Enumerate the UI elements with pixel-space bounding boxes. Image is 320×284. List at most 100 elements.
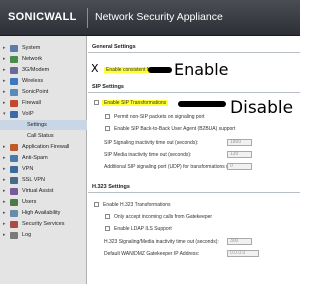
only-accept-gatekeeper-checkbox[interactable] <box>105 214 110 219</box>
vpn-icon <box>10 165 18 173</box>
enable-h323-transformations-checkbox[interactable] <box>94 202 99 207</box>
high-availability-icon <box>10 209 18 217</box>
sidebar-item-vpn[interactable]: ▸ VPN <box>0 164 87 174</box>
section-divider <box>88 92 300 93</box>
sidebar-item-label: Security Services <box>22 221 65 227</box>
only-accept-gatekeeper-label: Only accept incoming calls from Gatekeep… <box>114 214 213 220</box>
permit-non-sip-label: Permit non-SIP packets on signaling port <box>114 114 205 120</box>
app-header: SONICWALL Network Security Appliance <box>0 0 300 36</box>
general-settings-title: General Settings <box>92 44 136 50</box>
expand-arrow-icon[interactable]: ▸ <box>3 188 6 194</box>
expand-arrow-icon[interactable]: ▸ <box>3 45 6 51</box>
virtual-assist-icon <box>10 187 18 195</box>
expand-arrow-icon[interactable]: ▸ <box>3 144 6 150</box>
enable-annotation: Enable <box>174 60 229 79</box>
sidebar-item-voip[interactable]: ▾ VoIP <box>0 109 87 119</box>
sidebar-item-label: Settings <box>27 122 47 128</box>
sip-settings-title: SIP Settings <box>92 84 124 90</box>
modem-icon <box>10 66 18 74</box>
app-title: Network Security Appliance <box>95 11 223 23</box>
sidebar-item-network[interactable]: ▸ Network <box>0 54 87 64</box>
expand-arrow-icon[interactable]: ▸ <box>3 67 6 73</box>
expand-arrow-icon[interactable]: ▸ <box>3 100 6 106</box>
sidebar-item-users[interactable]: ▸ Users <box>0 197 87 207</box>
sidebar-item-label: VoIP <box>22 111 34 117</box>
h323-timeout-label: H.323 Signaling/Media inactivity time ou… <box>104 239 219 245</box>
gatekeeper-ip-label: Default WAN/DMZ Gatekeeper IP Address: <box>104 251 200 257</box>
sidebar-item-settings[interactable]: Settings <box>0 120 87 130</box>
sip-media-timeout-label: SIP Media inactivity time out (seconds): <box>104 152 192 158</box>
collapse-arrow-icon[interactable]: ▾ <box>3 111 6 117</box>
sidebar-item-system[interactable]: ▸ System <box>0 43 87 53</box>
sidebar-item-label: Call Status <box>27 133 54 139</box>
enable-b2bua-label: Enable SIP Back-to-Back User Agent (B2BU… <box>114 126 236 132</box>
enable-ldap-label: Enable LDAP ILS Support <box>114 226 172 232</box>
expand-arrow-icon[interactable]: ▸ <box>3 232 6 238</box>
sidebar-item-firewall[interactable]: ▸ Firewall <box>0 98 87 108</box>
users-icon <box>10 198 18 206</box>
sidebar-item-security-services[interactable]: ▸ Security Services <box>0 219 87 229</box>
h323-timeout-input[interactable]: 300 <box>227 238 252 245</box>
sidebar-item-log[interactable]: ▸ Log <box>0 230 87 240</box>
sidebar-nav: ▸ System ▸ Network ▸ 3G/Modem ▸ Wireless… <box>0 36 87 284</box>
voip-icon <box>10 110 18 118</box>
sidebar-item-sonicpoint[interactable]: ▸ SonicPoint <box>0 87 87 97</box>
redaction-mark <box>178 101 226 107</box>
enable-sip-transformations-checkbox[interactable] <box>94 100 99 105</box>
expand-arrow-icon[interactable]: ▸ <box>3 221 6 227</box>
sidebar-item-high-availability[interactable]: ▸ High Availability <box>0 208 87 218</box>
sonicpoint-icon <box>10 88 18 96</box>
expand-arrow-icon[interactable]: ▸ <box>3 89 6 95</box>
sip-signaling-timeout-label: SIP Signaling inactivity time out (secon… <box>104 140 199 146</box>
expand-arrow-icon[interactable]: ▸ <box>3 166 6 172</box>
x-mark-annotation: X <box>91 62 99 75</box>
wireless-icon <box>10 77 18 85</box>
sidebar-item-label: VPN <box>22 166 34 172</box>
sip-media-timeout-input[interactable]: 120 <box>227 151 252 158</box>
enable-ldap-checkbox[interactable] <box>105 226 110 231</box>
sidebar-item-ssl-vpn[interactable]: ▸ SSL VPN <box>0 175 87 185</box>
gatekeeper-ip-input[interactable]: 0.0.0.0 <box>227 250 259 257</box>
enable-h323-transformations-label: Enable H.323 Transformations <box>103 202 171 208</box>
sidebar-item-label: Network <box>22 56 43 62</box>
system-icon <box>10 44 18 52</box>
sidebar-item-label: High Availability <box>22 210 61 216</box>
expand-arrow-icon[interactable]: ▸ <box>3 177 6 183</box>
sidebar-item-label: Anti-Spam <box>22 155 48 161</box>
expand-arrow-icon[interactable]: ▸ <box>3 78 6 84</box>
enable-sip-transformations-label: Enable SIP Transformations <box>102 100 169 106</box>
sidebar-item-application-firewall[interactable]: ▸ Application Firewall <box>0 142 87 152</box>
redaction-mark <box>148 67 172 73</box>
sidebar-item-3g-modem[interactable]: ▸ 3G/Modem <box>0 65 87 75</box>
permit-non-sip-checkbox[interactable] <box>105 114 110 119</box>
sidebar-item-anti-spam[interactable]: ▸ Anti-Spam <box>0 153 87 163</box>
network-icon <box>10 55 18 63</box>
expand-arrow-icon[interactable]: ▸ <box>3 155 6 161</box>
brand-logo: SONICWALL <box>8 11 77 23</box>
sidebar-item-label: Users <box>22 199 37 205</box>
h323-settings-title: H.323 Settings <box>92 184 130 190</box>
sidebar-item-call-status[interactable]: Call Status <box>0 131 87 141</box>
sip-udp-port-input[interactable]: 0 <box>227 163 252 170</box>
expand-arrow-icon[interactable]: ▸ <box>3 56 6 62</box>
ssl-vpn-icon <box>10 176 18 184</box>
sidebar-item-label: Application Firewall <box>22 144 70 150</box>
sidebar-item-label: Virtual Assist <box>22 188 54 194</box>
sidebar-item-label: 3G/Modem <box>22 67 50 73</box>
sidebar-item-label: Log <box>22 232 32 238</box>
sidebar-item-wireless[interactable]: ▸ Wireless <box>0 76 87 86</box>
disable-annotation: Disable <box>230 98 294 118</box>
section-divider <box>88 52 300 53</box>
sip-signaling-timeout-input[interactable]: 1800 <box>227 139 252 146</box>
sidebar-item-label: System <box>22 45 41 51</box>
expand-arrow-icon[interactable]: ▸ <box>3 210 6 216</box>
expand-arrow-icon[interactable]: ▸ <box>3 199 6 205</box>
sidebar-item-label: Firewall <box>22 100 41 106</box>
settings-panel: General Settings X Enable consistent NAT… <box>88 36 300 284</box>
sidebar-item-virtual-assist[interactable]: ▸ Virtual Assist <box>0 186 87 196</box>
enable-b2bua-checkbox[interactable] <box>105 126 110 131</box>
brand-divider <box>87 8 88 28</box>
sidebar-item-label: SSL VPN <box>22 177 46 183</box>
sidebar-item-label: Wireless <box>22 78 44 84</box>
log-icon <box>10 231 18 239</box>
